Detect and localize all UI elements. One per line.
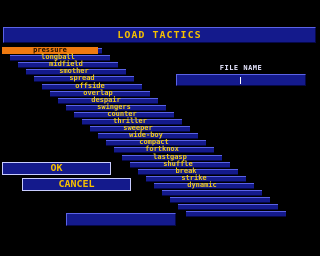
cancel-button[interactable]: CANCEL xyxy=(22,178,131,191)
status-field xyxy=(66,213,176,226)
ok-button[interactable]: OK xyxy=(2,162,111,175)
list-step xyxy=(186,211,286,218)
list-step xyxy=(162,190,262,196)
list-step xyxy=(170,197,270,204)
tactic-item-dynamic[interactable]: dynamic xyxy=(154,181,250,189)
list-step xyxy=(178,204,278,211)
